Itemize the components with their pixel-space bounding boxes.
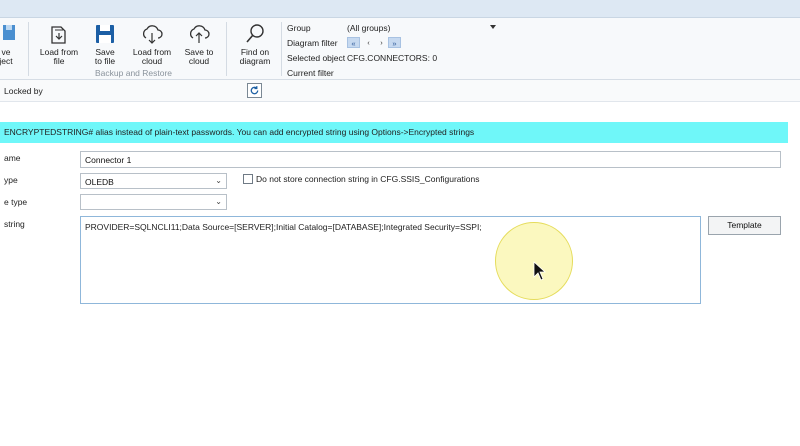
filter-first-button[interactable]: « — [347, 37, 360, 48]
current-filter-row: Current filter — [287, 68, 507, 80]
connector-type-select[interactable]: OLEDB ⌄ — [80, 173, 227, 189]
diagram-filter-label: Diagram filter — [287, 38, 338, 48]
save-to-cloud-button[interactable]: Save to cloud — [180, 22, 218, 66]
group-label: Group — [287, 23, 311, 33]
selected-object-label: Selected object — [287, 53, 346, 63]
group-dropdown[interactable]: (All groups) — [347, 23, 390, 33]
find-on-diagram-label: Find on diagram — [239, 47, 271, 66]
floppy-disk-icon — [96, 25, 114, 43]
filter-last-button[interactable]: » — [388, 37, 401, 48]
template-button[interactable]: Template — [708, 216, 781, 235]
connection-string-textarea[interactable]: PROVIDER=SQLNCLI11;Data Source=[SERVER];… — [80, 216, 701, 304]
connector-subtype-select[interactable]: ⌄ — [80, 194, 227, 210]
save-object-button[interactable]: ve ject — [0, 22, 18, 66]
folder-open-icon — [51, 26, 66, 44]
save-to-cloud-label: Save to cloud — [184, 47, 214, 66]
info-banner: ENCRYPTEDSTRING# alias instead of plain-… — [0, 122, 788, 143]
chevron-down-icon: ⌄ — [215, 197, 222, 206]
ribbon-separator — [281, 22, 282, 76]
chevron-down-icon: ⌄ — [215, 176, 222, 185]
load-from-cloud-button[interactable]: Load from cloud — [130, 22, 174, 66]
connector-type-value: OLEDB — [85, 177, 114, 187]
mouse-pointer-icon — [533, 261, 547, 281]
connection-string-label: string — [4, 219, 25, 229]
backup-restore-group-label: Backup and Restore — [95, 68, 173, 78]
group-row: Group (All groups) — [287, 23, 507, 35]
refresh-icon — [250, 86, 259, 95]
ribbon-separator — [226, 22, 227, 76]
find-on-diagram-button[interactable]: Find on diagram — [236, 22, 274, 66]
right-edge — [792, 110, 800, 440]
no-store-checkbox-label[interactable]: Do not store connection string in CFG.SS… — [256, 174, 479, 184]
magnifier-icon — [246, 24, 264, 43]
ribbon-separator — [28, 22, 29, 76]
load-from-file-label: Load from file — [39, 47, 79, 66]
save-object-icon — [3, 25, 15, 40]
connector-name-input[interactable]: Connector 1 — [80, 151, 781, 168]
filter-next-button[interactable]: › — [375, 37, 388, 48]
no-store-checkbox[interactable] — [243, 174, 253, 184]
save-to-file-label: Save to file — [94, 47, 116, 66]
name-field-label: ame — [4, 153, 21, 163]
subtype-field-label: e type — [4, 197, 28, 207]
load-from-file-button[interactable]: Load from file — [38, 22, 80, 66]
diagram-filter-row: Diagram filter « ‹ › » — [287, 37, 507, 50]
window-title-bar — [0, 0, 800, 18]
group-dropdown-arrow-icon[interactable] — [490, 25, 496, 29]
current-filter-label: Current filter — [287, 68, 334, 78]
selected-object-row: Selected object CFG.CONNECTORS: 0 — [287, 53, 507, 65]
refresh-button[interactable] — [247, 83, 262, 98]
type-field-label: ype — [4, 175, 18, 185]
save-to-file-button[interactable]: Save to file — [88, 22, 122, 66]
locked-by-label: Locked by — [4, 86, 43, 96]
save-object-label: ve ject — [0, 47, 13, 66]
load-from-cloud-label: Load from cloud — [132, 47, 172, 66]
filter-prev-button[interactable]: ‹ — [362, 37, 375, 48]
selected-object-value: CFG.CONNECTORS: 0 — [347, 53, 438, 63]
cloud-upload-icon — [189, 25, 210, 43]
cloud-download-icon — [142, 25, 163, 44]
lock-bar: Locked by — [0, 80, 800, 102]
